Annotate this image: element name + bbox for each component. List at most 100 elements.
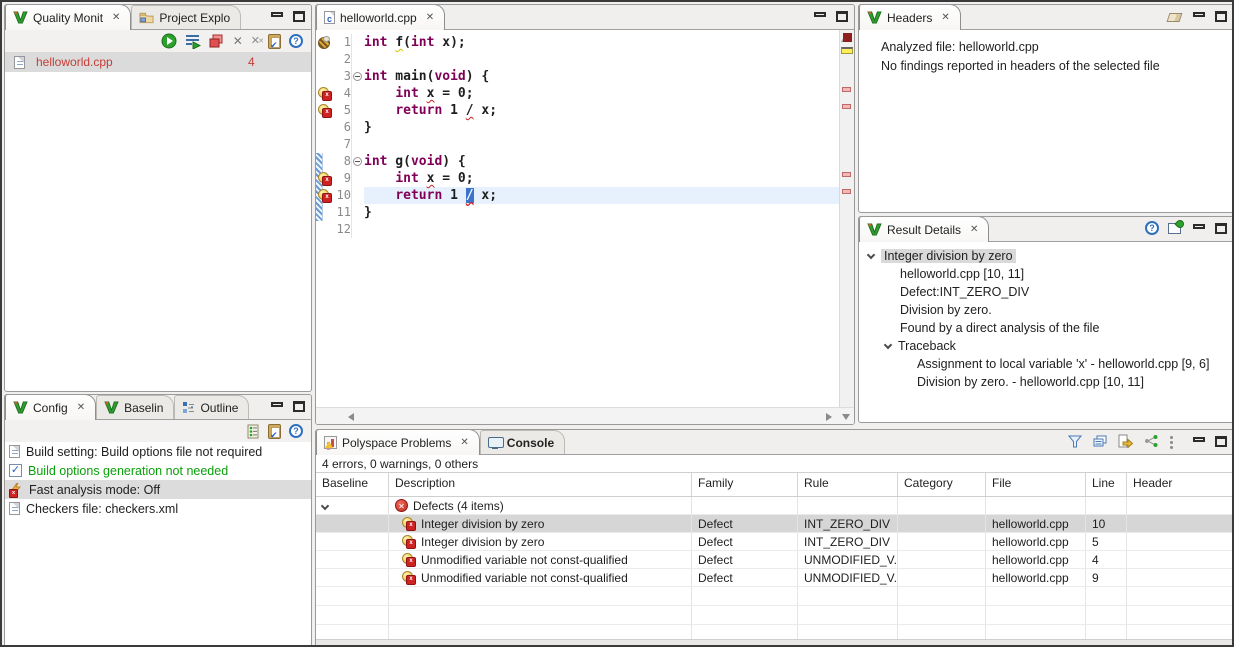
problems-row[interactable]: Integer division by zeroDefectINT_ZERO_D…: [316, 515, 1233, 533]
code-line[interactable]: }: [364, 204, 839, 221]
close-icon[interactable]: ✕: [77, 402, 85, 413]
close-icon[interactable]: ✕: [112, 12, 120, 23]
problems-column-header[interactable]: Category: [898, 473, 986, 496]
result-details-item[interactable]: Division by zero.: [859, 301, 1233, 319]
scroll-right-arrow-icon[interactable]: [826, 413, 832, 421]
help-icon[interactable]: ?: [1145, 221, 1159, 235]
filter-funnel-icon[interactable]: [1068, 435, 1082, 448]
result-details-item[interactable]: Defect:INT_ZERO_DIV: [859, 283, 1233, 301]
config-item[interactable]: ✓Build options generation not needed: [5, 461, 311, 480]
problems-column-header[interactable]: Description: [389, 473, 692, 496]
go-to-file-icon[interactable]: [1118, 434, 1133, 448]
code-line[interactable]: int x = 0;: [364, 85, 839, 102]
view-menu-icon[interactable]: [1170, 436, 1173, 439]
problems-column-header[interactable]: Family: [692, 473, 798, 496]
problems-column-header[interactable]: Line: [1086, 473, 1127, 496]
maximize-icon[interactable]: [1215, 11, 1227, 22]
fold-minus-icon[interactable]: [353, 157, 362, 166]
chevron-down-icon[interactable]: [884, 341, 892, 349]
close-icon[interactable]: ✕: [941, 12, 949, 23]
tab-editor-helloworld[interactable]: helloworld.cpp ✕: [316, 4, 445, 30]
defect-marker-icon[interactable]: [318, 104, 332, 118]
horizontal-scrollbar[interactable]: [316, 407, 854, 424]
code-line[interactable]: [364, 51, 839, 68]
editor-code-area[interactable]: int f(int x); int main(void) { int x = 0…: [364, 34, 839, 238]
tab-console[interactable]: Console: [480, 430, 565, 454]
config-item[interactable]: Build setting: Build options file not re…: [5, 442, 311, 461]
minimize-icon[interactable]: [271, 12, 283, 17]
result-details-item[interactable]: Integer division by zero: [859, 247, 1233, 265]
fold-minus-icon[interactable]: [353, 72, 362, 81]
pin-view-icon[interactable]: [1168, 223, 1181, 234]
defect-marker-icon[interactable]: [318, 189, 332, 203]
clipboard-icon[interactable]: [268, 424, 281, 439]
tab-project-explorer[interactable]: Project Explo: [131, 5, 241, 29]
config-item[interactable]: Fast analysis mode: Off: [5, 480, 311, 499]
quality-file-row[interactable]: helloworld.cpp 4: [5, 52, 311, 72]
stop-analysis-icon[interactable]: [209, 34, 225, 49]
problems-row[interactable]: Integer division by zeroDefectINT_ZERO_D…: [316, 533, 1233, 551]
clear-eraser-icon[interactable]: [1167, 13, 1183, 22]
close-icon[interactable]: ✕: [426, 12, 434, 23]
ruler-problem-marker[interactable]: [842, 172, 851, 177]
code-editor[interactable]: 123456789101112 int f(int x); int main(v…: [316, 30, 854, 424]
maximize-icon[interactable]: [836, 11, 848, 22]
scroll-left-arrow-icon[interactable]: [348, 413, 354, 421]
tab-baseline[interactable]: Baselin: [96, 395, 174, 419]
overview-ruler[interactable]: [839, 30, 854, 407]
problems-bottom-scrollbar[interactable]: [316, 639, 1233, 646]
config-item[interactable]: Checkers file: checkers.xml: [5, 499, 311, 518]
help-icon[interactable]: ?: [289, 424, 303, 438]
minimize-icon[interactable]: [1193, 12, 1205, 17]
result-details-item[interactable]: Division by zero. - helloworld.cpp [10, …: [859, 373, 1233, 391]
tab-config[interactable]: Config ✕: [5, 394, 96, 420]
close-icon[interactable]: ✕: [460, 437, 468, 448]
code-line[interactable]: int g(void) {: [364, 153, 839, 170]
minimize-icon[interactable]: [271, 402, 283, 407]
code-line[interactable]: }: [364, 119, 839, 136]
chevron-down-icon[interactable]: [321, 501, 329, 509]
code-line[interactable]: return 1 / x;: [364, 187, 839, 204]
problems-column-header[interactable]: Baseline: [316, 473, 389, 496]
ruler-problem-marker[interactable]: [842, 104, 851, 109]
tab-result-details[interactable]: Result Details ✕: [859, 216, 989, 242]
group-by-icon[interactable]: [1093, 435, 1107, 448]
run-analysis-icon[interactable]: [161, 33, 177, 49]
chevron-down-icon[interactable]: [867, 251, 875, 259]
result-details-item[interactable]: Assignment to local variable 'x' - hello…: [859, 355, 1233, 373]
ruler-problem-marker[interactable]: [842, 87, 851, 92]
result-details-item[interactable]: helloworld.cpp [10, 11]: [859, 265, 1233, 283]
scroll-down-arrow-icon[interactable]: [842, 414, 850, 420]
maximize-icon[interactable]: [293, 401, 305, 412]
minimize-icon[interactable]: [1193, 437, 1205, 442]
tab-polyspace-problems[interactable]: Polyspace Problems ✕: [316, 429, 480, 455]
result-details-item[interactable]: Traceback: [859, 337, 1233, 355]
traceability-graph-icon[interactable]: [1144, 434, 1159, 448]
checklist-icon[interactable]: [246, 424, 260, 439]
code-line[interactable]: int main(void) {: [364, 68, 839, 85]
code-line[interactable]: return 1 / x;: [364, 102, 839, 119]
maximize-icon[interactable]: [293, 11, 305, 22]
defect-marker-icon[interactable]: [318, 87, 332, 101]
checkbox-checked-icon[interactable]: ✓: [9, 464, 22, 477]
maximize-icon[interactable]: [1215, 223, 1227, 234]
code-line[interactable]: int f(int x);: [364, 34, 839, 51]
ruler-problem-marker[interactable]: [842, 189, 851, 194]
problems-group-row[interactable]: ✕Defects (4 items): [316, 497, 1233, 515]
code-line[interactable]: [364, 136, 839, 153]
problems-column-header[interactable]: File: [986, 473, 1086, 496]
run-configuration-icon[interactable]: [185, 34, 201, 49]
result-details-item[interactable]: Found by a direct analysis of the file: [859, 319, 1233, 337]
tab-quality-monitoring[interactable]: Quality Monit ✕: [5, 4, 131, 30]
problems-column-header[interactable]: Rule: [798, 473, 898, 496]
analysis-marker-icon[interactable]: [318, 37, 330, 49]
help-icon[interactable]: ?: [289, 34, 303, 48]
minimize-icon[interactable]: [1193, 224, 1205, 229]
tab-headers[interactable]: Headers ✕: [859, 4, 961, 30]
problems-column-header[interactable]: Header: [1127, 473, 1234, 496]
defect-marker-icon[interactable]: [318, 172, 332, 186]
report-clipboard-icon[interactable]: [268, 34, 281, 49]
minimize-icon[interactable]: [814, 12, 826, 17]
problems-row[interactable]: Unmodified variable not const-qualifiedD…: [316, 551, 1233, 569]
code-line[interactable]: [364, 221, 839, 238]
